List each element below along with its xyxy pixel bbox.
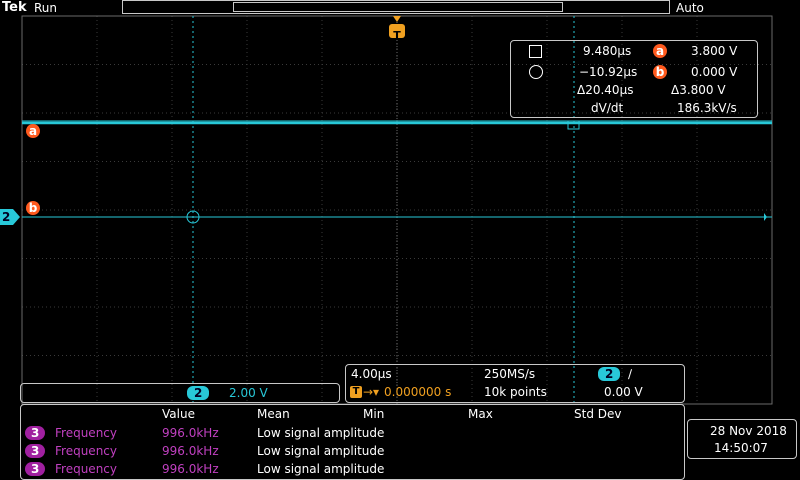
datetime-panel: 28 Nov 2018 14:50:07 xyxy=(687,419,797,459)
measurement-row[interactable]: 3 Frequency 996.0kHz Low signal amplitud… xyxy=(25,425,675,442)
rate-value: 186.3kV/s xyxy=(677,101,737,115)
horizontal-trigger-panel[interactable]: 4.00µs 250MS/s 2 ∕ T →▾ 0.000000 s 10k p… xyxy=(345,364,685,403)
cursor-b-badge[interactable]: b xyxy=(26,201,40,215)
square-cursor-icon xyxy=(529,45,542,58)
header-min: Min xyxy=(363,407,385,421)
measurement-note: Low signal amplitude xyxy=(257,426,385,440)
channel-2-ground-marker[interactable]: 2 xyxy=(0,209,20,225)
measurement-value: 996.0kHz xyxy=(162,444,219,458)
delta-value: Δ3.800 V xyxy=(671,83,726,97)
cursor-a-time: 9.480µs xyxy=(583,44,632,58)
trigger-position-arrow-icon: →▾ xyxy=(363,385,380,399)
cursor-b-value: 0.000 V xyxy=(691,65,738,79)
cursor-a-readout-badge: a xyxy=(653,44,667,58)
trigger-position-arrow xyxy=(393,16,401,22)
trigger-slope-icon: ∕ xyxy=(628,367,633,381)
trigger-level-arrow xyxy=(764,213,767,221)
channel-2-chip: 2 xyxy=(187,386,210,400)
sample-rate: 250MS/s xyxy=(484,367,536,381)
measurement-name: Frequency xyxy=(55,462,117,476)
channel-scale-panel[interactable]: 2 2.00 V xyxy=(20,383,340,403)
measurement-row[interactable]: 3 Frequency 996.0kHz Low signal amplitud… xyxy=(25,443,675,460)
measurement-value: 996.0kHz xyxy=(162,462,219,476)
header-value: Value xyxy=(162,407,195,421)
trigger-marker[interactable]: T xyxy=(389,24,405,42)
measurement-note: Low signal amplitude xyxy=(257,444,385,458)
measurement-note: Low signal amplitude xyxy=(257,462,385,476)
time-display: 14:50:07 xyxy=(714,441,768,455)
measurement-row[interactable]: 3 Frequency 996.0kHz Low signal amplitud… xyxy=(25,461,675,478)
time-per-div: 4.00µs xyxy=(351,367,392,381)
cursor-b-time: −10.92µs xyxy=(579,65,638,79)
record-length: 10k points xyxy=(484,385,547,399)
cursor-a-badge[interactable]: a xyxy=(26,124,40,138)
circle-cursor-icon xyxy=(529,65,543,79)
header-std-dev: Std Dev xyxy=(574,407,622,421)
trigger-position-icon: T xyxy=(350,386,362,398)
date-display: 28 Nov 2018 xyxy=(710,424,787,438)
delta-time: Δ20.40µs xyxy=(577,83,634,97)
header-mean: Mean xyxy=(257,407,290,421)
measurement-channel-chip: 3 xyxy=(25,444,46,458)
measurement-channel-chip: 3 xyxy=(25,426,46,440)
header-max: Max xyxy=(468,407,493,421)
measurement-value: 996.0kHz xyxy=(162,426,219,440)
trigger-level: 0.00 V xyxy=(604,385,643,399)
measurement-name: Frequency xyxy=(55,426,117,440)
cursor-readout-panel[interactable]: 9.480µs a 3.800 V −10.92µs b 0.000 V Δ20… xyxy=(510,40,758,118)
trigger-source-chip: 2 xyxy=(598,367,621,381)
channel-2-scale: 2.00 V xyxy=(229,386,268,400)
cursor-b-readout-badge: b xyxy=(653,65,667,79)
trigger-position: 0.000000 s xyxy=(384,385,452,399)
cursor-a-value: 3.800 V xyxy=(691,44,738,58)
rate-label: dV/dt xyxy=(591,101,624,115)
measurement-table[interactable]: Value Mean Min Max Std Dev 3 Frequency 9… xyxy=(20,404,685,480)
measurement-name: Frequency xyxy=(55,444,117,458)
measurement-channel-chip: 3 xyxy=(25,462,46,476)
